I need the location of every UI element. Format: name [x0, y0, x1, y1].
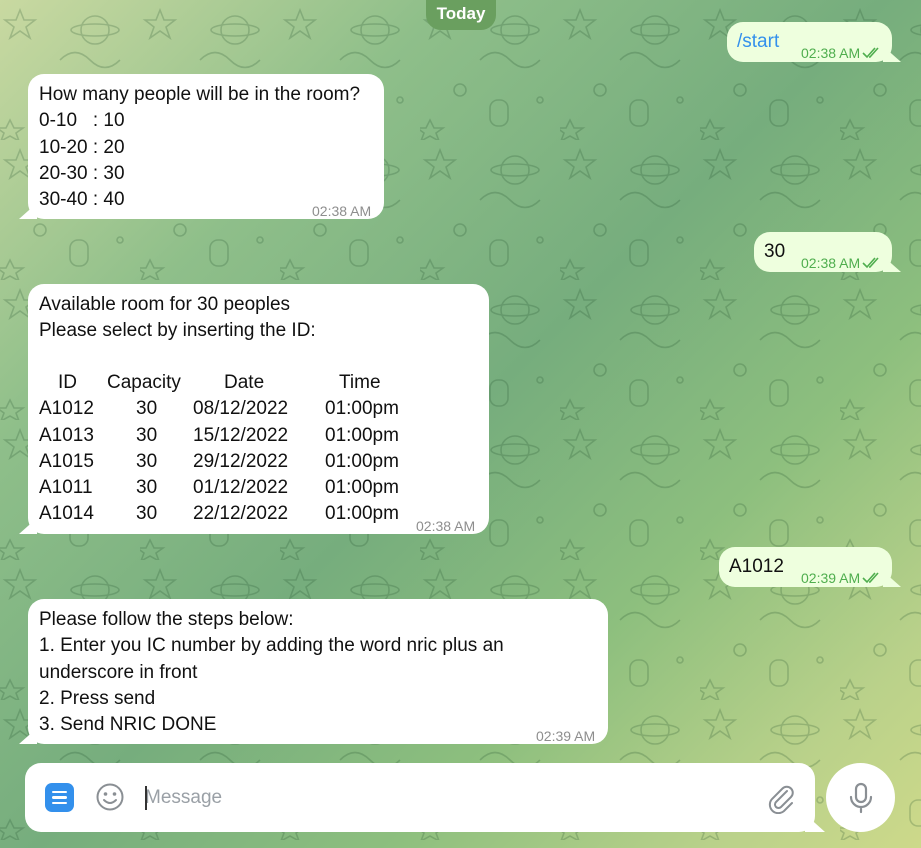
table-header-capacity: Capacity — [107, 372, 181, 393]
double-check-icon — [862, 572, 879, 584]
message-outgoing[interactable]: 30 02:38 AM — [754, 232, 892, 272]
message-incoming[interactable]: Available room for 30 peoples Please sel… — [28, 284, 489, 534]
room-time: 01:00pm — [325, 450, 399, 472]
table-header-time: Time — [339, 372, 381, 393]
message-meta: 02:38 AM — [801, 250, 882, 276]
message-incoming[interactable]: How many people will be in the room? 0-1… — [28, 74, 384, 219]
double-check-icon — [862, 257, 879, 269]
room-id: A1013 — [39, 424, 94, 446]
message-composer — [25, 763, 815, 832]
message-text[interactable]: /start — [737, 29, 779, 55]
attach-icon[interactable] — [765, 782, 795, 814]
table-row: A1014 30 22/12/2022 01:00pm — [39, 501, 439, 527]
table-header-row: ID Capacity Date Time — [39, 370, 439, 396]
emoji-icon[interactable] — [95, 782, 125, 812]
room-id: A1012 — [39, 398, 94, 420]
room-date: 08/12/2022 — [193, 398, 289, 420]
room-time: 01:00pm — [325, 503, 399, 525]
room-id: A1011 — [39, 477, 93, 499]
message-time: 02:38 AM — [801, 255, 861, 271]
message-text[interactable]: How many people will be in the room? 0-1… — [39, 82, 360, 213]
message-meta: 02:38 AM — [801, 40, 882, 66]
table-row: A1011 30 01/12/2022 01:00pm — [39, 475, 439, 501]
room-date: 22/12/2022 — [193, 503, 289, 525]
message-outgoing[interactable]: /start 02:38 AM — [727, 22, 892, 62]
menu-icon[interactable] — [45, 783, 74, 812]
room-capacity: 30 — [136, 477, 158, 499]
table-row: A1015 30 29/12/2022 01:00pm — [39, 449, 439, 475]
message-input[interactable] — [145, 780, 745, 816]
message-text[interactable]: 30 — [764, 239, 785, 265]
message-outgoing[interactable]: A1012 02:39 AM — [719, 547, 892, 587]
message-text[interactable]: A1012 — [729, 554, 784, 580]
room-time: 01:00pm — [325, 424, 399, 446]
double-check-icon — [862, 47, 879, 59]
room-time: 01:00pm — [325, 398, 399, 420]
room-table: ID Capacity Date Time A1012 30 08/12/202… — [39, 370, 439, 528]
message-time: 02:39 AM — [801, 570, 861, 586]
message-meta: 02:39 AM — [801, 565, 882, 591]
mic-icon — [849, 782, 872, 813]
message-intro-text[interactable]: Available room for 30 peoples Please sel… — [39, 292, 316, 345]
message-time: 02:39 AM — [536, 728, 596, 744]
room-capacity: 30 — [136, 424, 158, 446]
message-time: 02:38 AM — [416, 518, 476, 534]
mic-button[interactable] — [826, 763, 895, 832]
room-date: 29/12/2022 — [193, 450, 289, 472]
room-id: A1015 — [39, 450, 94, 472]
room-capacity: 30 — [136, 503, 158, 525]
table-header-date: Date — [224, 372, 265, 393]
message-text[interactable]: Please follow the steps below: 1. Enter … — [39, 607, 504, 738]
table-header-id: ID — [58, 372, 77, 393]
room-time: 01:00pm — [325, 477, 399, 499]
table-row: A1012 30 08/12/2022 01:00pm — [39, 396, 439, 422]
room-capacity: 30 — [136, 398, 158, 420]
message-incoming[interactable]: Please follow the steps below: 1. Enter … — [28, 599, 608, 744]
message-time: 02:38 AM — [312, 203, 372, 219]
room-capacity: 30 — [136, 450, 158, 472]
message-time: 02:38 AM — [801, 45, 861, 61]
date-separator: Today — [426, 0, 496, 30]
room-id: A1014 — [39, 503, 94, 525]
text-caret — [145, 786, 147, 810]
table-row: A1013 30 15/12/2022 01:00pm — [39, 423, 439, 449]
room-date: 01/12/2022 — [193, 477, 289, 499]
room-date: 15/12/2022 — [193, 424, 289, 446]
